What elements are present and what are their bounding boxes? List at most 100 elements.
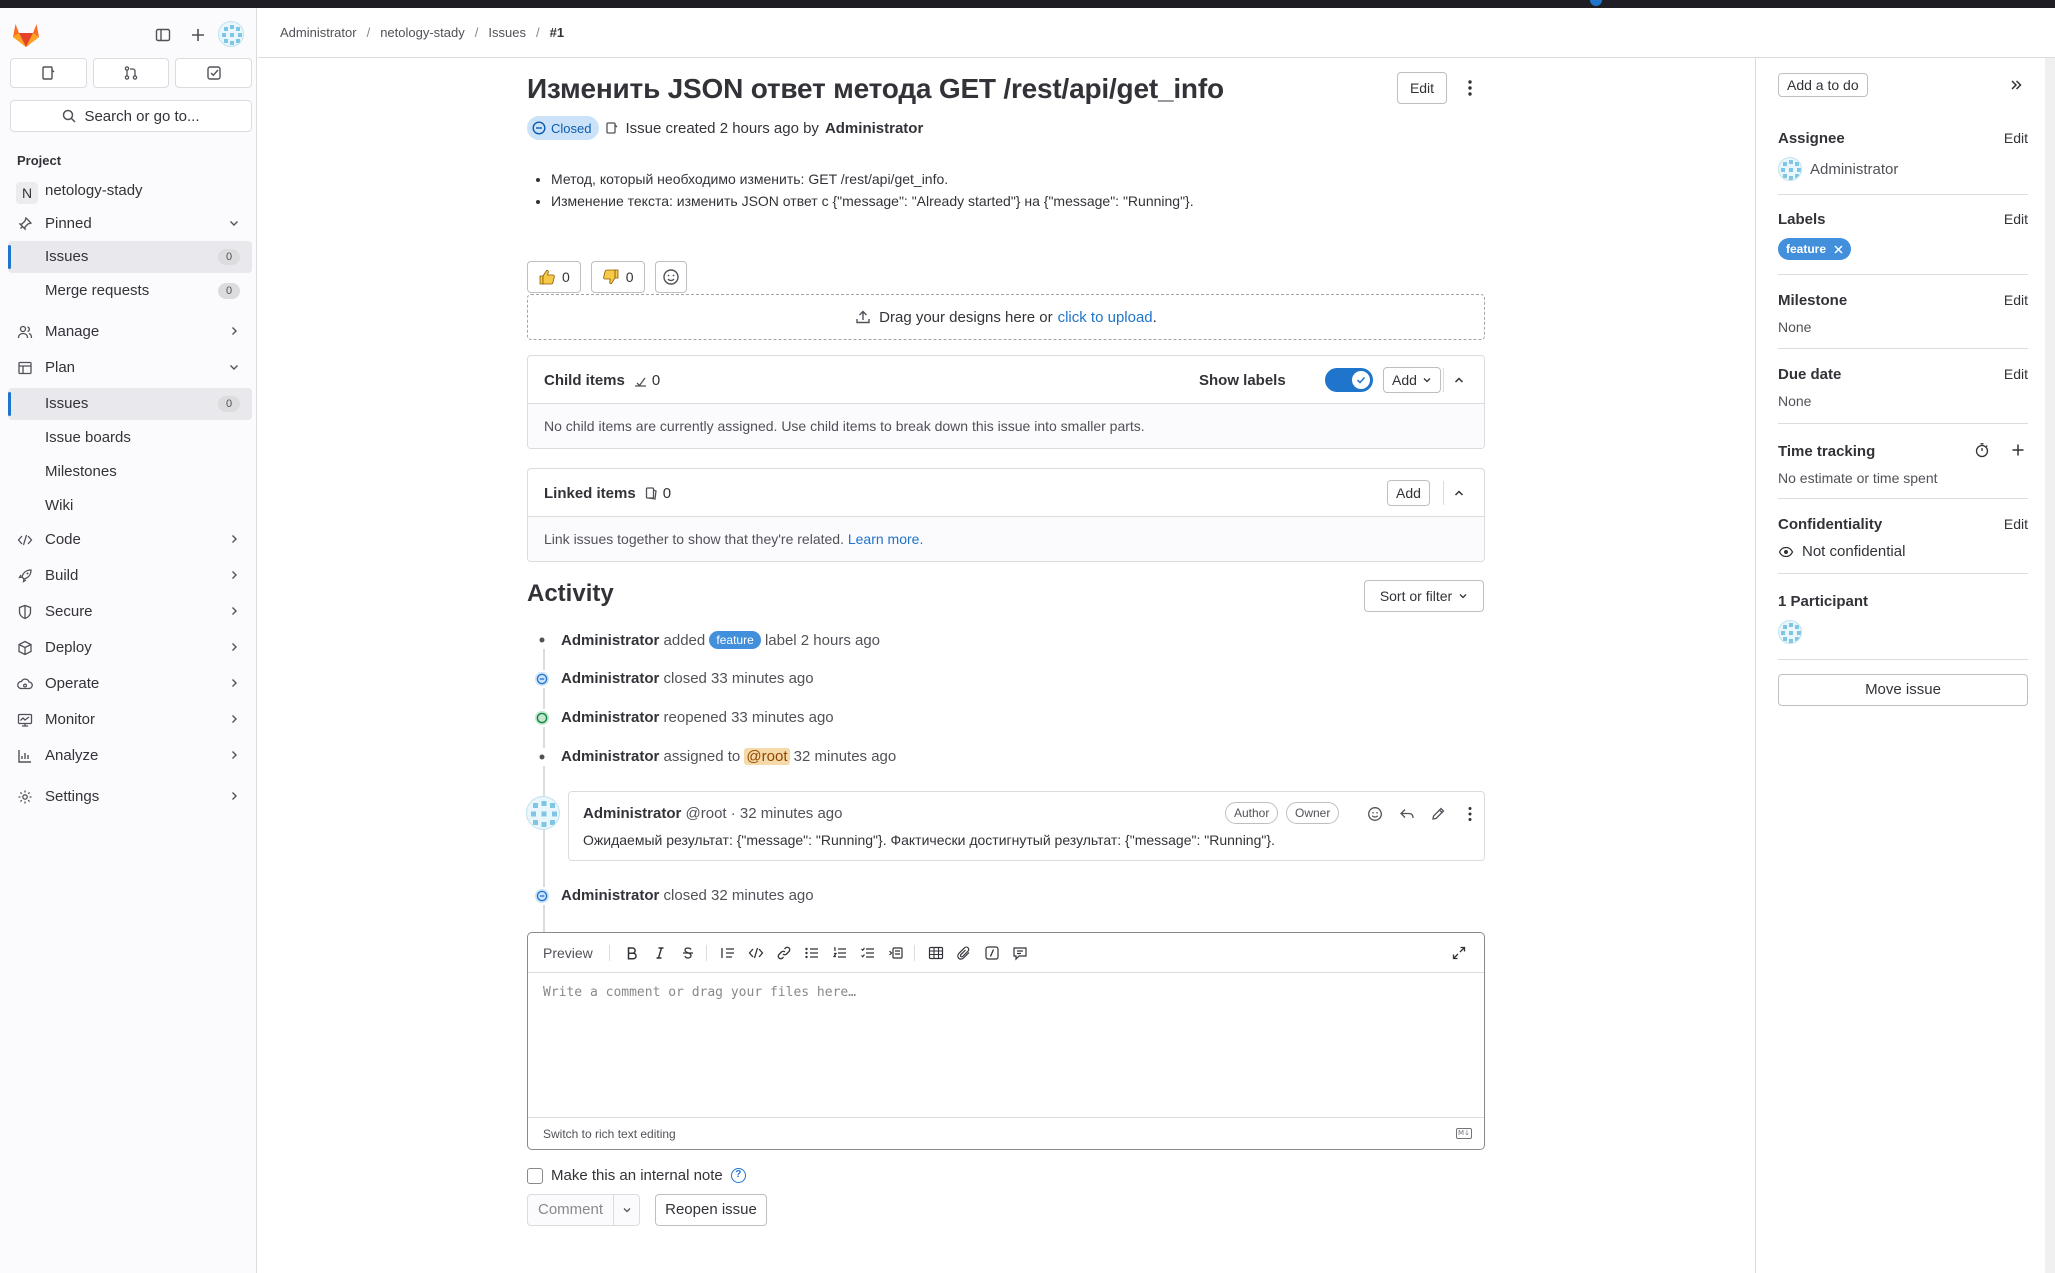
sidebar-item-plan[interactable]: Plan [8, 352, 252, 384]
help-icon[interactable]: ? [730, 1168, 746, 1183]
edit-issue-button[interactable]: Edit [1397, 72, 1447, 104]
author-link[interactable]: Administrator [825, 120, 923, 137]
add-todo-button[interactable]: Add a to do [1778, 73, 1868, 97]
edit-milestone-button[interactable]: Edit [2004, 292, 2028, 308]
sidebar-project-link[interactable]: N netology-stady [8, 175, 252, 207]
add-reaction-button[interactable] [654, 261, 687, 293]
merge-requests-tab[interactable] [92, 58, 170, 88]
sort-or-filter-button[interactable]: Sort or filter [1364, 580, 1484, 612]
add-time-icon[interactable] [2010, 442, 2026, 463]
quote-icon[interactable] [718, 943, 738, 963]
event-actor[interactable]: Administrator [561, 887, 659, 904]
user-mention[interactable]: @root [744, 748, 790, 765]
sidebar-item-monitor[interactable]: Monitor [8, 704, 252, 736]
avatar[interactable] [1778, 157, 1802, 181]
move-issue-button[interactable]: Move issue [1778, 674, 2028, 706]
comment-template-icon[interactable] [1010, 943, 1030, 963]
sidebar-item-issues[interactable]: Issues 0 [8, 388, 252, 420]
sidebar-item-pinned-issues[interactable]: Issues 0 [8, 241, 252, 273]
edit-labels-button[interactable]: Edit [2004, 211, 2028, 227]
sidebar-item-operate[interactable]: Operate [8, 668, 252, 700]
breadcrumb-item[interactable]: Issues [488, 25, 526, 40]
sidebar-item-settings[interactable]: Settings [8, 781, 252, 813]
assigned-issues-tab[interactable] [10, 58, 87, 88]
learn-more-link[interactable]: Learn more. [848, 531, 923, 547]
participant-avatar[interactable] [1778, 620, 1802, 644]
assignee-name[interactable]: Administrator [1810, 161, 1898, 178]
breadcrumb-item[interactable]: Administrator [280, 25, 357, 40]
more-actions-icon[interactable] [1459, 803, 1481, 825]
comment-options-dropdown[interactable] [614, 1195, 639, 1225]
attach-file-icon[interactable] [954, 943, 974, 963]
code-icon[interactable] [746, 943, 766, 963]
design-upload-dropzone[interactable]: Drag your designs here or click to uploa… [527, 294, 1485, 340]
sidebar-item-build[interactable]: Build [8, 560, 252, 592]
edit-assignee-button[interactable]: Edit [2004, 130, 2028, 146]
quick-actions-icon[interactable] [982, 943, 1002, 963]
comment-textarea[interactable] [543, 985, 1463, 1115]
breadcrumb-current[interactable]: #1 [550, 25, 564, 40]
search-button[interactable]: Search or go to... [10, 100, 252, 132]
fullscreen-icon[interactable] [1449, 943, 1469, 963]
event-actor[interactable]: Administrator [561, 632, 659, 649]
collapse-sidebar-icon[interactable] [2006, 75, 2026, 95]
more-actions-icon[interactable] [1460, 76, 1480, 100]
label-badge[interactable]: feature [1778, 238, 1852, 260]
sidebar-item-deploy[interactable]: Deploy [8, 632, 252, 664]
show-labels-toggle[interactable] [1325, 368, 1373, 392]
thumbs-down-button[interactable]: 0 [590, 261, 645, 293]
table-icon[interactable] [926, 943, 946, 963]
sidebar-item-pinned[interactable]: Pinned [8, 208, 252, 240]
strikethrough-icon[interactable] [678, 943, 698, 963]
event-actor[interactable]: Administrator [561, 748, 659, 765]
sidebar-item-milestones[interactable]: Milestones [8, 456, 252, 488]
switch-to-rich-text-button[interactable]: Switch to rich text editing [543, 1127, 676, 1141]
comment-author-avatar[interactable] [526, 796, 560, 830]
user-avatar[interactable] [218, 21, 244, 47]
gitlab-logo-icon[interactable] [12, 22, 40, 48]
internal-note-checkbox[interactable] [527, 1167, 543, 1184]
bullet-list-icon[interactable] [802, 943, 822, 963]
edit-pencil-icon[interactable] [1427, 803, 1449, 825]
chevron-right-icon [232, 679, 237, 687]
label-badge[interactable]: feature [709, 631, 761, 649]
stopwatch-icon[interactable] [1974, 442, 1990, 463]
add-reaction-icon[interactable] [1364, 803, 1386, 825]
preview-tab[interactable]: Preview [543, 945, 593, 961]
divider [1778, 194, 2028, 195]
numbered-list-icon[interactable] [830, 943, 850, 963]
reopen-issue-button[interactable]: Reopen issue [655, 1194, 767, 1226]
sidebar-item-code[interactable]: Code [8, 524, 252, 556]
comment-button[interactable]: Comment [528, 1195, 614, 1225]
thumbs-up-button[interactable]: 0 [527, 261, 581, 293]
task-list-icon[interactable] [858, 943, 878, 963]
toggle-sidebar-icon[interactable] [150, 22, 176, 48]
breadcrumb-item[interactable]: netology-stady [380, 25, 465, 40]
event-actor[interactable]: Administrator [561, 709, 659, 726]
collapse-linked-items-button[interactable] [1446, 480, 1472, 506]
reply-icon[interactable] [1396, 803, 1418, 825]
create-new-icon[interactable] [185, 22, 211, 48]
scrollbar[interactable] [2045, 58, 2055, 1273]
collapse-child-items-button[interactable] [1446, 367, 1472, 393]
sidebar-item-wiki[interactable]: Wiki [8, 490, 252, 522]
edit-due-date-button[interactable]: Edit [2004, 366, 2028, 382]
click-to-upload-link[interactable]: click to upload [1058, 309, 1153, 326]
sidebar-item-secure[interactable]: Secure [8, 596, 252, 628]
close-icon[interactable] [1834, 244, 1843, 254]
link-icon[interactable] [774, 943, 794, 963]
sidebar-item-manage[interactable]: Manage [8, 316, 252, 348]
sidebar-item-pinned-merge-requests[interactable]: Merge requests 0 [8, 275, 252, 307]
todo-list-tab[interactable] [175, 58, 253, 88]
collapsible-section-icon[interactable] [886, 943, 906, 963]
add-child-item-button[interactable]: Add [1383, 367, 1441, 393]
sidebar-item-issue-boards[interactable]: Issue boards [8, 422, 252, 454]
sidebar-item-analyze[interactable]: Analyze [8, 740, 252, 772]
comment-author[interactable]: Administrator [583, 805, 681, 822]
add-linked-item-button[interactable]: Add [1387, 480, 1430, 506]
bold-icon[interactable] [622, 943, 642, 963]
sidebar-item-label: Manage [45, 323, 100, 340]
event-actor[interactable]: Administrator [561, 670, 659, 687]
edit-confidentiality-button[interactable]: Edit [2004, 516, 2028, 532]
italic-icon[interactable] [650, 943, 670, 963]
